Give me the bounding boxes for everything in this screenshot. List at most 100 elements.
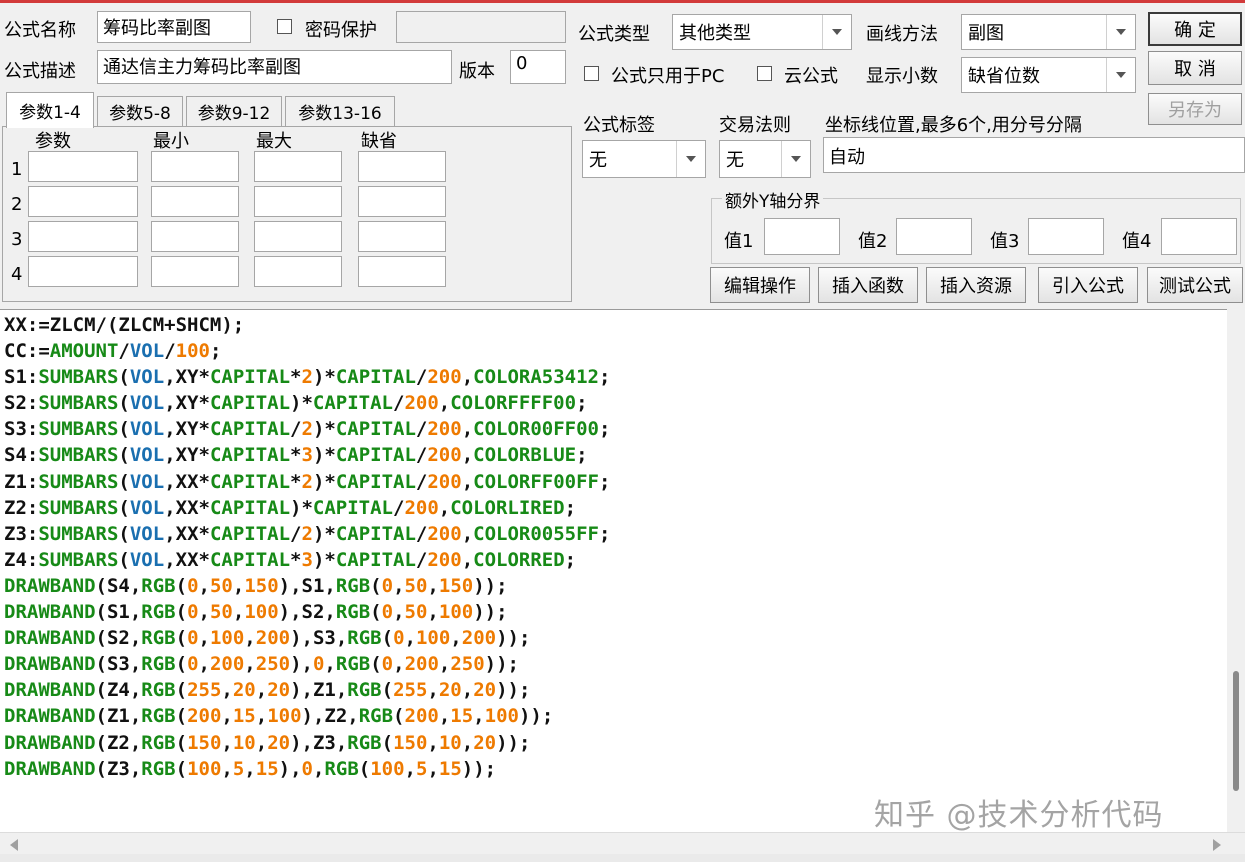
tab-params-13-16[interactable]: 参数13-16 [285,96,395,126]
param1-min-input[interactable] [151,151,239,182]
code-line: DRAWBAND(Z1,RGB(200,15,100),Z2,RGB(200,1… [4,705,554,728]
param1-name-input[interactable] [28,151,138,182]
display-decimals-label: 显示小数 [866,66,938,87]
insert-function-button[interactable]: 插入函数 [818,267,918,303]
param-row-number: 3 [11,229,23,250]
code-line: S4:SUMBARS(VOL,XY*CAPITAL*3)*CAPITAL/200… [4,444,588,467]
formula-tag-value: 无 [589,150,607,171]
window-bottom-edge [0,854,1245,862]
watermark-text: 知乎 @技术分析代码 [874,798,1164,833]
import-formula-button[interactable]: 引入公式 [1038,267,1138,303]
y-value4-label: 值4 [1122,231,1152,252]
test-formula-button[interactable]: 测试公式 [1147,267,1243,303]
coord-line-label: 坐标线位置,最多6个,用分号分隔 [825,115,1082,136]
code-line: DRAWBAND(Z2,RGB(150,10,20),Z3,RGB(150,10… [4,731,531,754]
trade-rule-value: 无 [726,150,744,171]
draw-method-select[interactable]: 副图 [961,14,1136,50]
chevron-down-icon[interactable] [1106,58,1135,92]
code-line: DRAWBAND(S1,RGB(0,50,100),S2,RGB(0,50,10… [4,601,508,624]
formula-tag-label: 公式标签 [583,115,655,136]
trade-rule-select[interactable]: 无 [719,140,811,178]
code-line: Z2:SUMBARS(VOL,XX*CAPITAL)*CAPITAL/200,C… [4,496,577,519]
param-min-header: 最小 [153,131,189,152]
code-line: DRAWBAND(S4,RGB(0,50,150),S1,RGB(0,50,15… [4,574,508,597]
cloud-formula-checkbox[interactable] [757,66,772,81]
formula-code-text: XX:=ZLCM/(ZLCM+SHCM); CC:=AMOUNT/VOL/100;… [4,312,610,782]
edit-operations-button[interactable]: 编辑操作 [710,267,810,303]
tab-params-5-8[interactable]: 参数5-8 [97,96,183,126]
chevron-down-icon[interactable] [822,15,851,49]
draw-method-label: 画线方法 [866,24,938,45]
param4-name-input[interactable] [28,256,138,287]
param2-min-input[interactable] [151,186,239,217]
code-line: XX:=ZLCM/(ZLCM+SHCM); [4,314,245,336]
password-input[interactable] [396,11,566,43]
code-line: DRAWBAND(Z4,RGB(255,20,20),Z1,RGB(255,20… [4,679,531,702]
chevron-down-icon[interactable] [1106,15,1135,49]
y-value2-input[interactable] [896,218,972,255]
param1-default-input[interactable] [358,151,446,182]
cancel-button[interactable]: 取 消 [1148,51,1242,85]
code-line: DRAWBAND(Z3,RGB(100,5,15),0,RGB(100,5,15… [4,757,497,780]
formula-type-value: 其他类型 [679,23,751,44]
param4-min-input[interactable] [151,256,239,287]
param-name-header: 参数 [35,131,71,152]
formula-desc-input[interactable]: 通达信主力筹码比率副图 [97,50,452,84]
version-label: 版本 [459,61,495,82]
param3-name-input[interactable] [28,221,138,252]
code-line: DRAWBAND(S3,RGB(0,200,250),0,RGB(0,200,2… [4,653,519,676]
param3-default-input[interactable] [358,221,446,252]
arrow-left-icon[interactable] [10,839,18,851]
code-line: Z3:SUMBARS(VOL,XX*CAPITAL/2)*CAPITAL/200… [4,522,611,545]
formula-name-input[interactable]: 筹码比率副图 [97,11,251,43]
password-protect-label: 密码保护 [305,20,377,41]
param2-name-input[interactable] [28,186,138,217]
ok-button[interactable]: 确 定 [1148,12,1242,46]
param4-max-input[interactable] [254,256,342,287]
vertical-scrollbar-thumb[interactable] [1233,671,1239,791]
y-value3-label: 值3 [990,231,1020,252]
chevron-down-icon[interactable] [676,141,705,177]
param-row-number: 1 [11,159,23,180]
insert-resource-button[interactable]: 插入资源 [926,267,1026,303]
tab-params-9-12[interactable]: 参数9-12 [186,96,282,126]
trade-rule-label: 交易法则 [719,115,791,136]
code-line: DRAWBAND(S2,RGB(0,100,200),S3,RGB(0,100,… [4,627,531,650]
param2-max-input[interactable] [254,186,342,217]
extra-y-axis-title: 额外Y轴分界 [722,187,824,212]
tab-params-1-4[interactable]: 参数1-4 [6,92,94,128]
y-value3-input[interactable] [1028,218,1104,255]
arrow-right-icon[interactable] [1213,839,1221,851]
display-decimals-value: 缺省位数 [968,66,1040,87]
y-value2-label: 值2 [858,231,888,252]
formula-type-label: 公式类型 [578,24,650,45]
param-default-header: 缺省 [361,131,397,152]
param-row-number: 4 [11,264,23,285]
horizontal-scrollbar[interactable] [0,832,1245,855]
vertical-scrollbar[interactable] [1227,309,1245,832]
version-input[interactable]: 0 [510,50,566,84]
param3-max-input[interactable] [254,221,342,252]
draw-method-value: 副图 [968,23,1004,44]
param2-default-input[interactable] [358,186,446,217]
param4-default-input[interactable] [358,256,446,287]
formula-code-editor[interactable]: XX:=ZLCM/(ZLCM+SHCM); CC:=AMOUNT/VOL/100;… [0,309,1245,832]
y-value1-input[interactable] [764,218,840,255]
code-line: Z4:SUMBARS(VOL,XX*CAPITAL*3)*CAPITAL/200… [4,548,577,571]
save-as-button[interactable]: 另存为 [1148,93,1242,125]
param1-max-input[interactable] [254,151,342,182]
y-value1-label: 值1 [724,231,754,252]
formula-type-select[interactable]: 其他类型 [672,14,852,50]
y-value4-input[interactable] [1161,218,1237,255]
coord-line-input[interactable]: 自动 [823,137,1245,173]
param3-min-input[interactable] [151,221,239,252]
password-protect-checkbox[interactable] [277,19,292,34]
param-row-number: 2 [11,194,23,215]
pc-only-checkbox[interactable] [584,66,599,81]
formula-tag-select[interactable]: 无 [582,140,706,178]
cloud-formula-label: 云公式 [784,66,838,87]
chevron-down-icon[interactable] [781,141,810,177]
code-line: S1:SUMBARS(VOL,XY*CAPITAL*2)*CAPITAL/200… [4,366,611,389]
code-line: S3:SUMBARS(VOL,XY*CAPITAL/2)*CAPITAL/200… [4,418,611,441]
display-decimals-select[interactable]: 缺省位数 [961,57,1136,93]
